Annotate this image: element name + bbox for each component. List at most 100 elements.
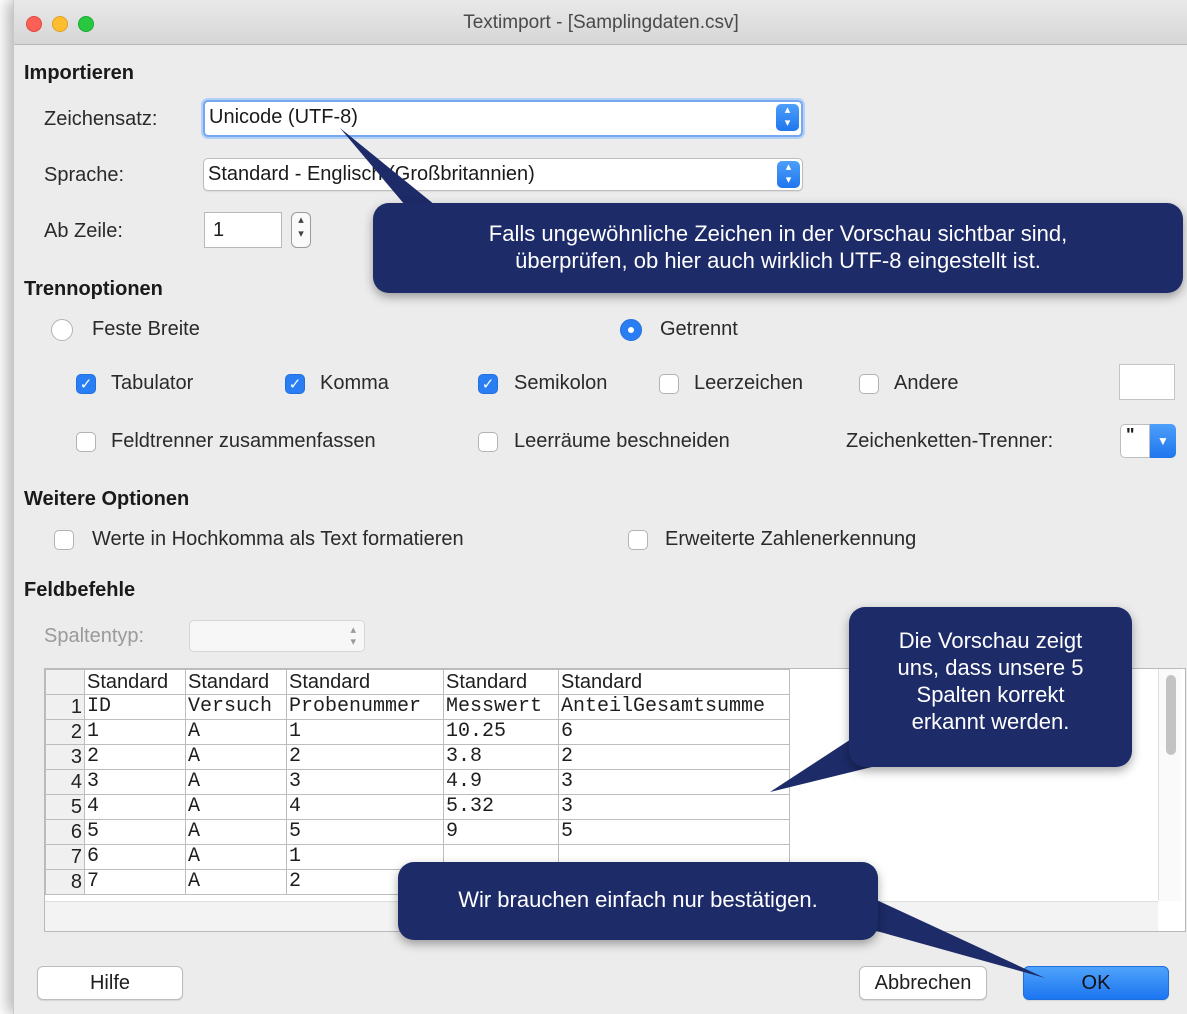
window-title: Textimport - [Samplingdaten.csv] bbox=[463, 12, 739, 33]
table-cell: A bbox=[185, 819, 287, 845]
language-label: Sprache: bbox=[44, 164, 125, 186]
section-feldbefehle-heading: Feldbefehle bbox=[24, 579, 136, 601]
table-cell: 1 bbox=[84, 719, 186, 745]
row-number: 5 bbox=[45, 794, 85, 820]
from-row-value: 1 bbox=[213, 219, 225, 241]
table-cell: 1 bbox=[286, 719, 444, 745]
fixed-width-radio[interactable] bbox=[51, 319, 73, 341]
chevron-updown-icon: ▴ ▾ bbox=[776, 104, 799, 131]
string-delimiter-value: " bbox=[1120, 424, 1150, 458]
charset-callout: Falls ungewöhnliche Zeichen in der Vorsc… bbox=[373, 203, 1183, 293]
space-checkbox[interactable] bbox=[659, 374, 679, 394]
table-cell: 4 bbox=[286, 794, 444, 820]
table-cell: 5 bbox=[558, 819, 790, 845]
space-label: Leerzeichen bbox=[694, 372, 803, 394]
preview-callout-line: Die Vorschau zeigt bbox=[898, 628, 1083, 653]
table-cell: A bbox=[185, 794, 287, 820]
quoted-as-text-checkbox[interactable] bbox=[54, 530, 74, 550]
row-number: 3 bbox=[45, 744, 85, 770]
ok-callout-text: Wir brauchen einfach nur bestätigen. bbox=[458, 887, 818, 912]
quoted-as-text-label: Werte in Hochkomma als Text formatieren bbox=[92, 528, 464, 550]
table-row: 6 5 A 5 9 5 bbox=[45, 819, 790, 845]
scrollbar-thumb[interactable] bbox=[1166, 675, 1176, 755]
table-cell: 2 bbox=[286, 744, 444, 770]
row-number: 6 bbox=[45, 819, 85, 845]
section-trennoptionen-heading: Trennoptionen bbox=[24, 278, 163, 300]
column-type-header[interactable]: Standard bbox=[185, 669, 287, 695]
other-separator-input[interactable] bbox=[1119, 364, 1175, 400]
row-number: 2 bbox=[45, 719, 85, 745]
merge-delimiters-checkbox[interactable] bbox=[76, 432, 96, 452]
help-button[interactable]: Hilfe bbox=[37, 966, 183, 1000]
table-row: 2 1 A 1 10.25 6 bbox=[45, 719, 790, 745]
trim-spaces-checkbox[interactable] bbox=[478, 432, 498, 452]
string-delimiter-label: Zeichenketten-Trenner: bbox=[846, 430, 1054, 452]
table-cell: 2 bbox=[84, 744, 186, 770]
charset-callout-line: Falls ungewöhnliche Zeichen in der Vorsc… bbox=[488, 221, 1068, 246]
from-row-label: Ab Zeile: bbox=[44, 220, 123, 242]
chevron-updown-icon: ▴ ▾ bbox=[777, 161, 800, 188]
table-cell: 10.25 bbox=[443, 719, 559, 745]
comma-label: Komma bbox=[320, 372, 389, 394]
charset-select[interactable]: Unicode (UTF-8) ▴ ▾ bbox=[203, 100, 803, 137]
ok-button[interactable]: OK bbox=[1023, 966, 1169, 1000]
column-type-header[interactable]: Standard bbox=[84, 669, 186, 695]
from-row-input[interactable]: 1 bbox=[204, 212, 282, 248]
column-type-label: Spaltentyp: bbox=[44, 625, 145, 647]
column-type-header[interactable]: Standard bbox=[558, 669, 790, 695]
column-type-header[interactable]: Standard bbox=[443, 669, 559, 695]
detect-numbers-checkbox[interactable] bbox=[628, 530, 648, 550]
table-row: 1 ID Versuch Probenummer Messwert Anteil… bbox=[45, 694, 790, 720]
row-number: 7 bbox=[45, 844, 85, 870]
ok-callout: Wir brauchen einfach nur bestätigen. bbox=[398, 862, 878, 940]
table-cell: 5 bbox=[286, 819, 444, 845]
column-type-header[interactable]: Standard bbox=[286, 669, 444, 695]
table-cell: 4.9 bbox=[443, 769, 559, 795]
table-cell: 6 bbox=[84, 844, 186, 870]
table-cell: 3.8 bbox=[443, 744, 559, 770]
table-cell: 5 bbox=[84, 819, 186, 845]
preview-callout-line: Spalten korrekt bbox=[916, 682, 1065, 707]
row-number: 4 bbox=[45, 769, 85, 795]
title-bar: Textimport - [Samplingdaten.csv] bbox=[14, 0, 1187, 45]
table-cell: Versuch bbox=[185, 694, 287, 720]
comma-checkbox[interactable]: ✓ bbox=[285, 374, 305, 394]
trim-spaces-label: Leerräume beschneiden bbox=[514, 430, 730, 452]
charset-label: Zeichensatz: bbox=[44, 108, 158, 130]
table-cell: AnteilGesamtsumme bbox=[558, 694, 790, 720]
separated-radio[interactable] bbox=[620, 319, 642, 341]
table-row: 5 4 A 4 5.32 3 bbox=[45, 794, 790, 820]
from-row-stepper[interactable]: ▴ ▾ bbox=[291, 212, 311, 248]
other-checkbox[interactable] bbox=[859, 374, 879, 394]
language-select[interactable]: Standard - Englisch (Großbritannien) ▴ ▾ bbox=[203, 158, 803, 191]
separated-label: Getrennt bbox=[660, 318, 738, 340]
merge-delimiters-label: Feldtrenner zusammenfassen bbox=[111, 430, 376, 452]
tab-checkbox[interactable]: ✓ bbox=[76, 374, 96, 394]
other-label: Andere bbox=[894, 372, 959, 394]
preview-callout: Die Vorschau zeigt uns, dass unsere 5 Sp… bbox=[849, 607, 1132, 767]
semicolon-checkbox[interactable]: ✓ bbox=[478, 374, 498, 394]
detect-numbers-label: Erweiterte Zahlenerkennung bbox=[665, 528, 917, 550]
table-row: 3 2 A 2 3.8 2 bbox=[45, 744, 790, 770]
preview-callout-line: uns, dass unsere 5 bbox=[897, 655, 1084, 680]
table-cell: A bbox=[185, 844, 287, 870]
charset-callout-line: überprüfen, ob hier auch wirklich UTF-8 … bbox=[515, 248, 1041, 273]
column-type-row: Standard Standard Standard Standard Stan… bbox=[45, 669, 790, 695]
section-importieren-heading: Importieren bbox=[24, 62, 135, 84]
row-number: 1 bbox=[45, 694, 85, 720]
cancel-button[interactable]: Abbrechen bbox=[859, 966, 987, 1000]
table-cell: A bbox=[185, 719, 287, 745]
corner-cell bbox=[45, 669, 85, 695]
tab-label: Tabulator bbox=[111, 372, 194, 394]
table-cell: 3 bbox=[286, 769, 444, 795]
table-cell: Probenummer bbox=[286, 694, 444, 720]
column-type-select[interactable]: ▴ ▾ bbox=[189, 620, 365, 652]
charset-value: Unicode (UTF-8) bbox=[209, 106, 358, 128]
preview-callout-line: erkannt werden. bbox=[911, 709, 1070, 734]
table-row: 4 3 A 3 4.9 3 bbox=[45, 769, 790, 795]
chevron-down-icon[interactable]: ▼ bbox=[1150, 424, 1176, 458]
string-delimiter-combobox[interactable]: " ▼ bbox=[1120, 424, 1176, 458]
section-weitere-heading: Weitere Optionen bbox=[24, 488, 190, 510]
table-cell: 2 bbox=[558, 744, 790, 770]
vertical-scrollbar[interactable] bbox=[1158, 669, 1181, 901]
